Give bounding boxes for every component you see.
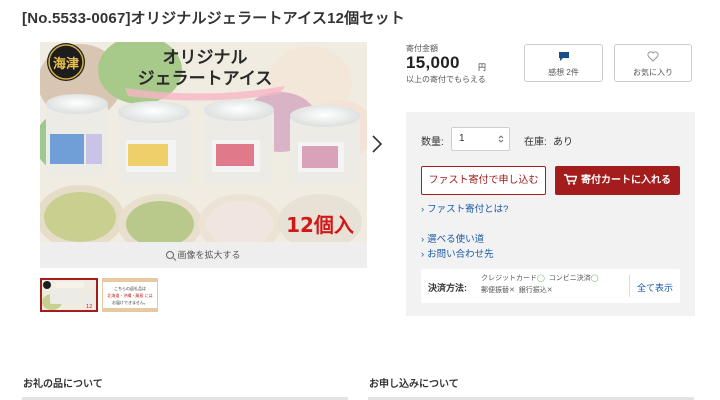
payment-method: 郵便振替✕ (481, 287, 515, 294)
favorite-label: お気に入り (633, 68, 673, 77)
svg-text:12: 12 (86, 304, 92, 310)
favorite-button[interactable]: お気に入り (614, 44, 692, 82)
stock-label: 在庫: (524, 137, 547, 148)
product-title: [No.5533-0067]オリジナルジェラートアイス12個セット (22, 10, 405, 27)
price-value: 15,000 (406, 53, 460, 72)
fast-donation-button[interactable]: ファスト寄付で申し込む (421, 166, 546, 195)
show-all-payment-link[interactable]: 全て表示 (637, 281, 673, 294)
link-label: お問い合わせ先 (427, 249, 494, 260)
payment-methods-box: 決済方法: クレジットカード◯ コンビニ決済◯ 郵便振替✕ 銀行振込✕ 全て表示 (421, 269, 680, 303)
cart-icon (564, 174, 578, 185)
thumb2-line2: 北海道・沖縄・離島 には (107, 292, 152, 298)
cart-button-label: 寄付カートに入れる (581, 175, 671, 186)
next-image-chevron-icon[interactable] (367, 132, 387, 156)
payment-method: 銀行振込✕ (518, 287, 553, 294)
image-caption-line2: ジェラートアイス (138, 69, 273, 89)
reviews-button[interactable]: 感想 2件 (524, 44, 603, 82)
chevron-right-icon: › (421, 234, 425, 245)
product-main-image[interactable]: オリジナル ジェラートアイス 海津 12個入 (40, 42, 367, 242)
payment-method: クレジットカード◯ (481, 275, 545, 282)
fast-donation-info-link[interactable]: › ファスト寄付とは? (421, 201, 508, 215)
thumb2-line3: お届けできません。 (112, 299, 148, 305)
chevron-right-icon: › (421, 204, 425, 215)
reviews-label: 感想 2件 (548, 68, 579, 77)
thumb2-line1: こちらの返礼品は (114, 285, 146, 291)
contact-link[interactable]: › お問い合わせ先 (421, 246, 494, 260)
add-to-cart-button[interactable]: 寄付カートに入れる (555, 166, 680, 195)
order-panel: 数量: 1 在庫: あり ファスト寄付で申し込む 寄付カートに入れる › ファスト… (406, 112, 695, 316)
price-note: 以上の寄付でもらえる (406, 75, 486, 84)
section-title-item-info: お礼の品について (23, 379, 103, 390)
stock-value: あり (553, 137, 573, 148)
thumbnail-1[interactable]: 12 (40, 278, 98, 312)
payment-label: 決済方法: (428, 283, 467, 293)
quantity-value: 1 (459, 133, 465, 144)
quantity-select[interactable]: 1 (451, 127, 510, 151)
heart-icon (615, 51, 691, 64)
link-label: 選べる使い道 (427, 234, 485, 245)
payment-method-list: クレジットカード◯ コンビニ決済◯ 郵便振替✕ 銀行振込✕ (481, 273, 626, 297)
badge-text: 海津 (53, 56, 79, 72)
image-caption-line1: オリジナル (163, 48, 248, 68)
zoom-label: 画像を拡大する (177, 250, 241, 260)
chevron-right-icon: › (421, 249, 425, 260)
zoom-image-button[interactable]: 画像を拡大する (40, 242, 367, 268)
quantity-label: 数量: (421, 137, 444, 148)
count-text: 12個入 (286, 213, 354, 237)
price-unit: 円 (478, 63, 486, 72)
magnifier-icon (166, 251, 175, 259)
section-title-application-info: お申し込みについて (369, 379, 459, 390)
usage-options-link[interactable]: › 選べる使い道 (421, 231, 484, 245)
speech-bubble-icon (525, 51, 602, 64)
divider (629, 275, 630, 297)
link-label: ファスト寄付とは? (427, 204, 509, 215)
updown-chevron-icon (498, 135, 504, 143)
thumbnail-2[interactable]: こちらの返礼品は 北海道・沖縄・離島 には お届けできません。 (102, 278, 158, 312)
payment-method: コンビニ決済◯ (548, 275, 599, 282)
